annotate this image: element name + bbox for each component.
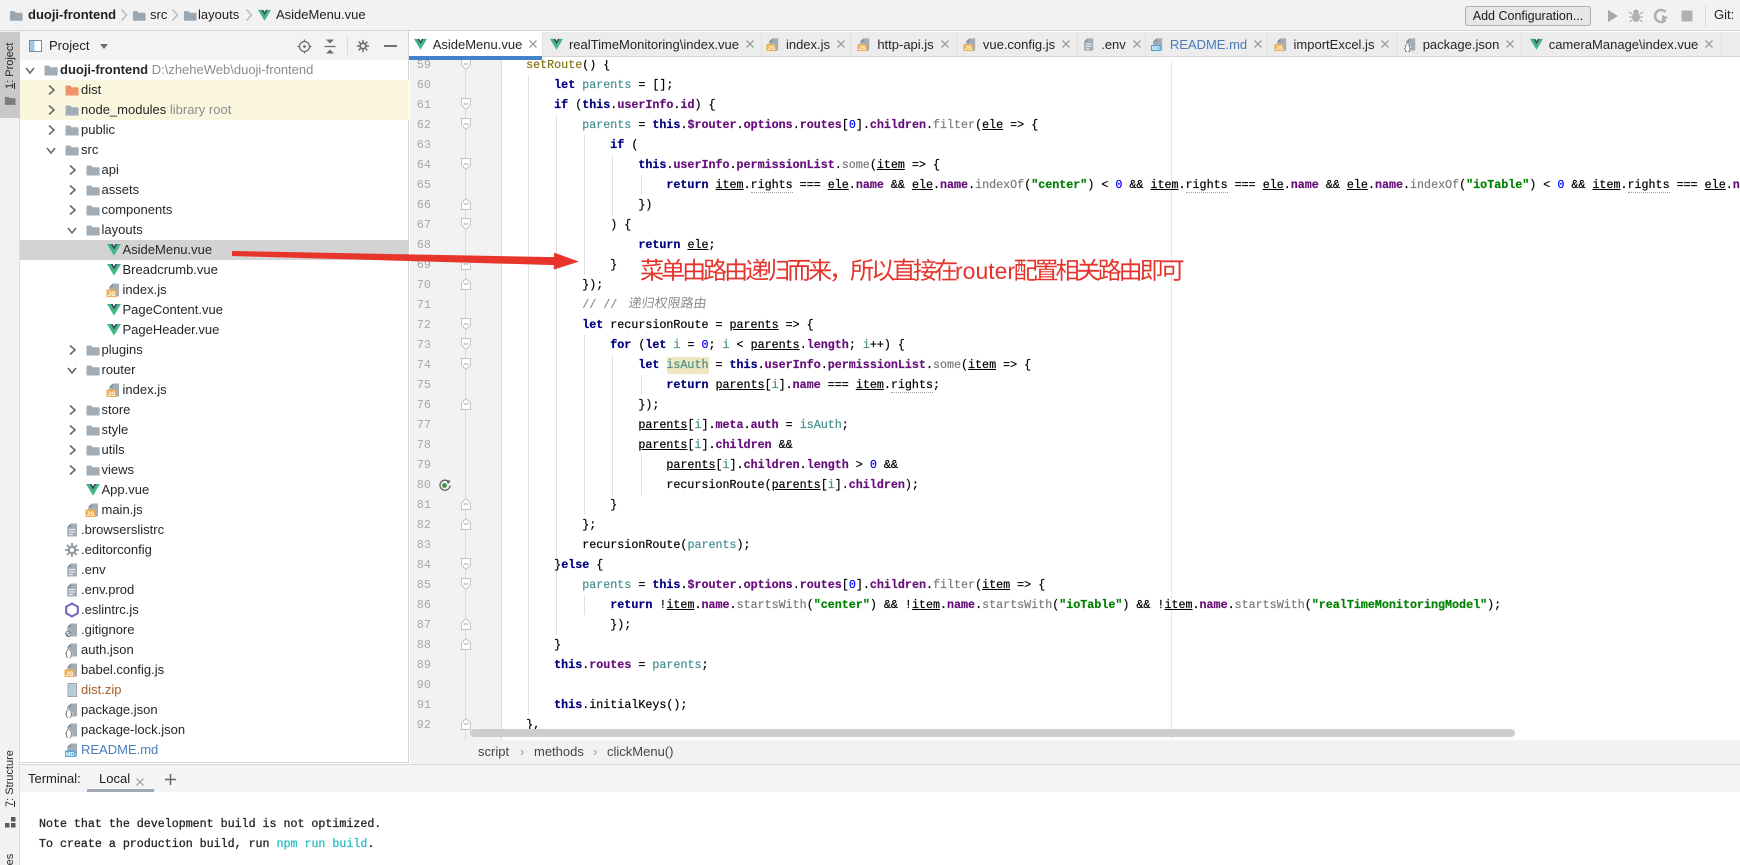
- svg-text:JS: JS: [86, 511, 95, 518]
- svg-text:MD: MD: [1152, 45, 1160, 51]
- svg-text:{}: {}: [64, 711, 73, 718]
- svg-text:{}: {}: [64, 731, 73, 738]
- svg-text:router: router: [955, 258, 1015, 284]
- svg-text:JS: JS: [964, 44, 971, 51]
- svg-text:JS: JS: [107, 291, 116, 298]
- svg-text:JS: JS: [107, 391, 116, 398]
- svg-text:JS: JS: [859, 44, 866, 51]
- svg-text:{}: {}: [64, 651, 73, 658]
- svg-text:JS: JS: [1275, 44, 1282, 51]
- svg-text:JS: JS: [66, 671, 75, 678]
- svg-text:JS: JS: [767, 44, 774, 51]
- svg-text:{}: {}: [1403, 45, 1411, 52]
- svg-text:MD: MD: [66, 752, 75, 758]
